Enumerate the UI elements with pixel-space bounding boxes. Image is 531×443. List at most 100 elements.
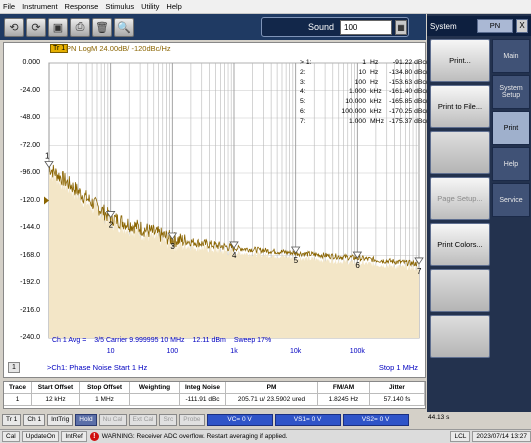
marker-label: 5 <box>294 256 299 265</box>
col-header: Jitter <box>370 381 425 394</box>
stop-label: Stop 1 MHz <box>378 363 418 372</box>
y-tick-label: 0.000 <box>22 59 40 66</box>
zoom-icon[interactable]: 🔍 <box>114 17 134 37</box>
marker-n: 7: <box>300 117 306 125</box>
phase-noise-graph[interactable]: 1234567 Tr 1 PN LogM 24.00dB/ -120dBc/Hz… <box>3 42 436 378</box>
ref-status: IntRef <box>61 431 87 442</box>
marker-label: 1 <box>45 152 50 161</box>
marker-u: Hz <box>370 78 379 86</box>
marker-row[interactable]: 6: 100.000 kHz -170.25 dBc/Hz <box>300 107 436 117</box>
table-cell <box>130 393 180 406</box>
print-icon[interactable]: ⎙ <box>70 17 90 37</box>
table-cell: -111.91 dBc <box>180 393 226 406</box>
print-to-file-button[interactable]: Print to File... <box>430 85 490 128</box>
marker-row[interactable]: 4: 1.000 kHz -161.40 dBc/Hz <box>300 87 436 97</box>
table-cell: 1.8245 Hz <box>318 393 370 406</box>
marker-label: 2 <box>109 220 114 229</box>
col-header: FM/AM <box>318 381 370 394</box>
toolbar: ⟲ ⟳ ▣ ⎙ 🗑 🔍 Sound 100 ▦ <box>0 14 426 40</box>
status-bar: Cal UpdateOn IntRef ! WARNING: Receiver … <box>0 429 531 443</box>
marker-label: 3 <box>170 242 175 251</box>
sound-input[interactable]: 100 <box>340 19 392 35</box>
tab-help[interactable]: Help <box>492 147 530 181</box>
system-header: System PN X <box>427 16 531 36</box>
system-dropdown[interactable]: PN <box>477 19 513 33</box>
channel-number[interactable]: 1 <box>8 362 20 373</box>
system-title: System <box>430 21 457 31</box>
marker-row[interactable]: > 1: 1 Hz -91.22 dBc/Hz <box>300 58 436 68</box>
marker-row[interactable]: 5: 10.000 kHz -165.85 dBc/Hz <box>300 97 436 107</box>
menu-help[interactable]: Help <box>166 2 181 11</box>
table-cell: 1 <box>4 393 32 406</box>
menu-utility[interactable]: Utility <box>141 2 159 11</box>
trigger-button[interactable]: IntTrig <box>47 413 74 426</box>
nu-cal-button[interactable]: Nu Cal <box>98 413 127 426</box>
sweep-status: Ch 1 Avg = 3/5 Carrier 9.999995 10 MHz 1… <box>52 337 277 344</box>
blank-softkey-1[interactable] <box>430 131 490 174</box>
blank-softkey-2[interactable] <box>430 269 490 312</box>
y-tick-label: -240.0 <box>20 334 40 341</box>
tab-service[interactable]: Service <box>492 183 530 217</box>
y-tick-label: -192.0 <box>20 279 40 286</box>
ext-cal-button[interactable]: Ext Cal <box>128 413 158 426</box>
y-tick-label: -216.0 <box>20 306 40 314</box>
keypad-icon[interactable]: ▦ <box>395 19 407 35</box>
y-tick-label: -144.0 <box>20 224 40 231</box>
trash-icon[interactable]: 🗑 <box>92 17 112 37</box>
sweep-time: 44.13 s <box>428 414 450 421</box>
tab-main[interactable]: Main <box>492 39 530 73</box>
trace-title: PN LogM 24.00dB/ -120dBc/Hz <box>66 44 171 53</box>
marker-label: 7 <box>417 267 422 276</box>
probe-button[interactable]: Probe <box>179 413 205 426</box>
x-tick-label: 1k <box>230 348 238 355</box>
channel-button[interactable]: Ch 1 <box>23 413 46 426</box>
marker-v: 100.000 <box>341 107 366 115</box>
save-icon[interactable]: ▣ <box>48 17 68 37</box>
marker-n: > 1: <box>300 59 312 66</box>
bottom-toolbar: Tr 1 Ch 1 IntTrig Hold Nu Cal Ext Cal Sr… <box>0 412 426 427</box>
vs2-voltage[interactable]: VS2= 0 V <box>342 413 409 426</box>
datetime: 2023/07/14 13:27 <box>472 431 531 442</box>
sound-label: Sound <box>307 22 334 32</box>
marker-v: 10.000 <box>345 98 366 106</box>
carrier-status: 3/5 Carrier 9.999995 10 MHz <box>94 337 185 344</box>
warning-icon: ! <box>89 432 99 441</box>
vc-voltage[interactable]: VC= 0 V <box>206 413 273 426</box>
tab-system-setup[interactable]: System Setup <box>492 75 530 109</box>
menu-stimulus[interactable]: Stimulus <box>105 2 134 11</box>
hold-button[interactable]: Hold <box>75 413 97 426</box>
menu-file[interactable]: File <box>3 2 15 11</box>
trace-button[interactable]: Tr 1 <box>2 413 22 426</box>
blank-softkey-3[interactable] <box>430 315 490 358</box>
undo-icon[interactable]: ⟲ <box>4 17 24 37</box>
x-tick-label: 10 <box>106 348 115 355</box>
y-tick-label: -48.00 <box>20 114 40 121</box>
src-button[interactable]: Src <box>159 413 178 426</box>
sound-control: Sound 100 ▦ <box>261 17 409 37</box>
page-setup-button[interactable]: Page Setup... <box>430 177 490 220</box>
tab-print[interactable]: Print <box>492 111 530 145</box>
avg-status: Ch 1 Avg = <box>52 337 87 344</box>
cal-status: Cal <box>2 431 20 442</box>
y-tick-label: -24.00 <box>20 86 40 94</box>
close-icon[interactable]: X <box>516 19 528 33</box>
table-cell: 1 MHz <box>80 393 130 406</box>
table-row[interactable]: 1 12 kHz 1 MHz -111.91 dBc 205.71 u/ 23.5902… <box>4 393 425 406</box>
table-header: Trace Start Offset Stop Offset Weighting Int… <box>4 381 425 394</box>
marker-row[interactable]: 7: 1.000 MHz -175.37 dBc/Hz <box>300 117 436 127</box>
menu-response[interactable]: Response <box>65 2 99 11</box>
y-tick-label: -72.00 <box>20 141 40 149</box>
menu-instrument[interactable]: Instrument <box>22 2 57 11</box>
marker-label: 4 <box>232 251 237 260</box>
redo-icon[interactable]: ⟳ <box>26 17 46 37</box>
marker-row[interactable]: 2: 10 Hz -134.80 dBc/Hz <box>300 68 436 78</box>
print-colors-button[interactable]: Print Colors... <box>430 223 490 266</box>
marker-v: 100 <box>354 78 366 86</box>
y-tick-label: -168.0 <box>20 251 40 259</box>
marker-u: kHz <box>370 107 382 115</box>
marker-row[interactable]: 3: 100 Hz -153.63 dBc/Hz <box>300 78 436 88</box>
reference-arrow <box>44 196 49 205</box>
marker-n: 3: <box>300 78 306 86</box>
print-button[interactable]: Print... <box>430 39 490 82</box>
vs1-voltage[interactable]: VS1= 0 V <box>274 413 341 426</box>
